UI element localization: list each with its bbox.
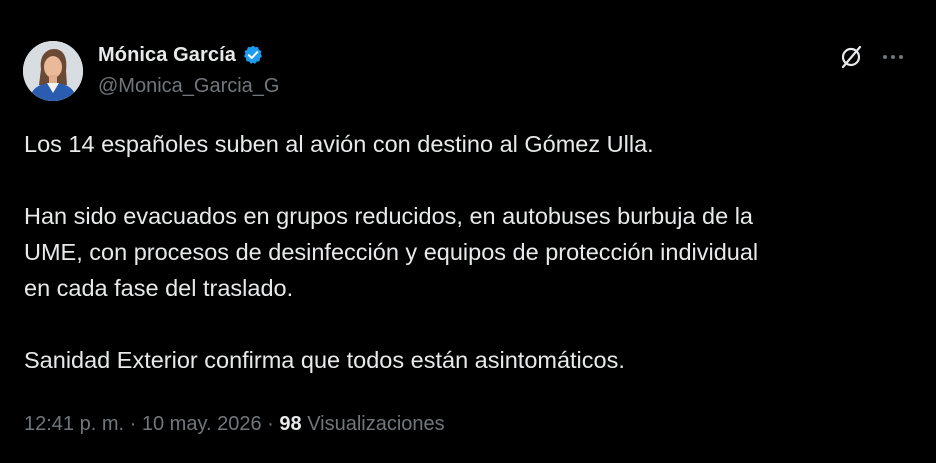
avatar[interactable] (23, 41, 83, 101)
tweet-line: UME, con procesos de desinfección y equi… (24, 239, 759, 265)
meta-separator: · (267, 413, 274, 435)
avatar-image (23, 41, 83, 101)
tweet-line: en cada fase del traslado. (24, 275, 294, 301)
grok-icon[interactable] (838, 44, 864, 70)
verified-badge-icon[interactable] (242, 44, 264, 66)
views-label: Visualizaciones (307, 413, 445, 435)
author-display-name[interactable]: Mónica García (98, 44, 236, 67)
tweet-paragraph-3: Sanidad Exterior confirma que todos está… (24, 347, 625, 373)
tweet-text: Los 14 españoles suben al avión con dest… (24, 126, 904, 378)
tweet-time[interactable]: 12:41 p. m. (24, 413, 124, 435)
tweet-card: Mónica García @Monica_Garcia_G Los 14 es… (0, 0, 936, 463)
author-name-row: Mónica García (98, 42, 264, 68)
tweet-line: Han sido evacuados en grupos reducidos, … (24, 203, 754, 229)
author-handle[interactable]: @Monica_Garcia_G (98, 75, 279, 98)
views-count: 98 (279, 413, 302, 435)
tweet-meta: 12:41 p. m. · 10 may. 2026 · 98 Visualiz… (24, 413, 445, 436)
tweet-paragraph-1: Los 14 españoles suben al avión con dest… (24, 131, 654, 157)
tweet-date[interactable]: 10 may. 2026 (142, 413, 262, 435)
more-options-icon[interactable] (880, 46, 906, 68)
meta-separator: · (129, 413, 137, 435)
tweet-paragraph-2: Han sido evacuados en grupos reducidos, … (24, 198, 904, 306)
